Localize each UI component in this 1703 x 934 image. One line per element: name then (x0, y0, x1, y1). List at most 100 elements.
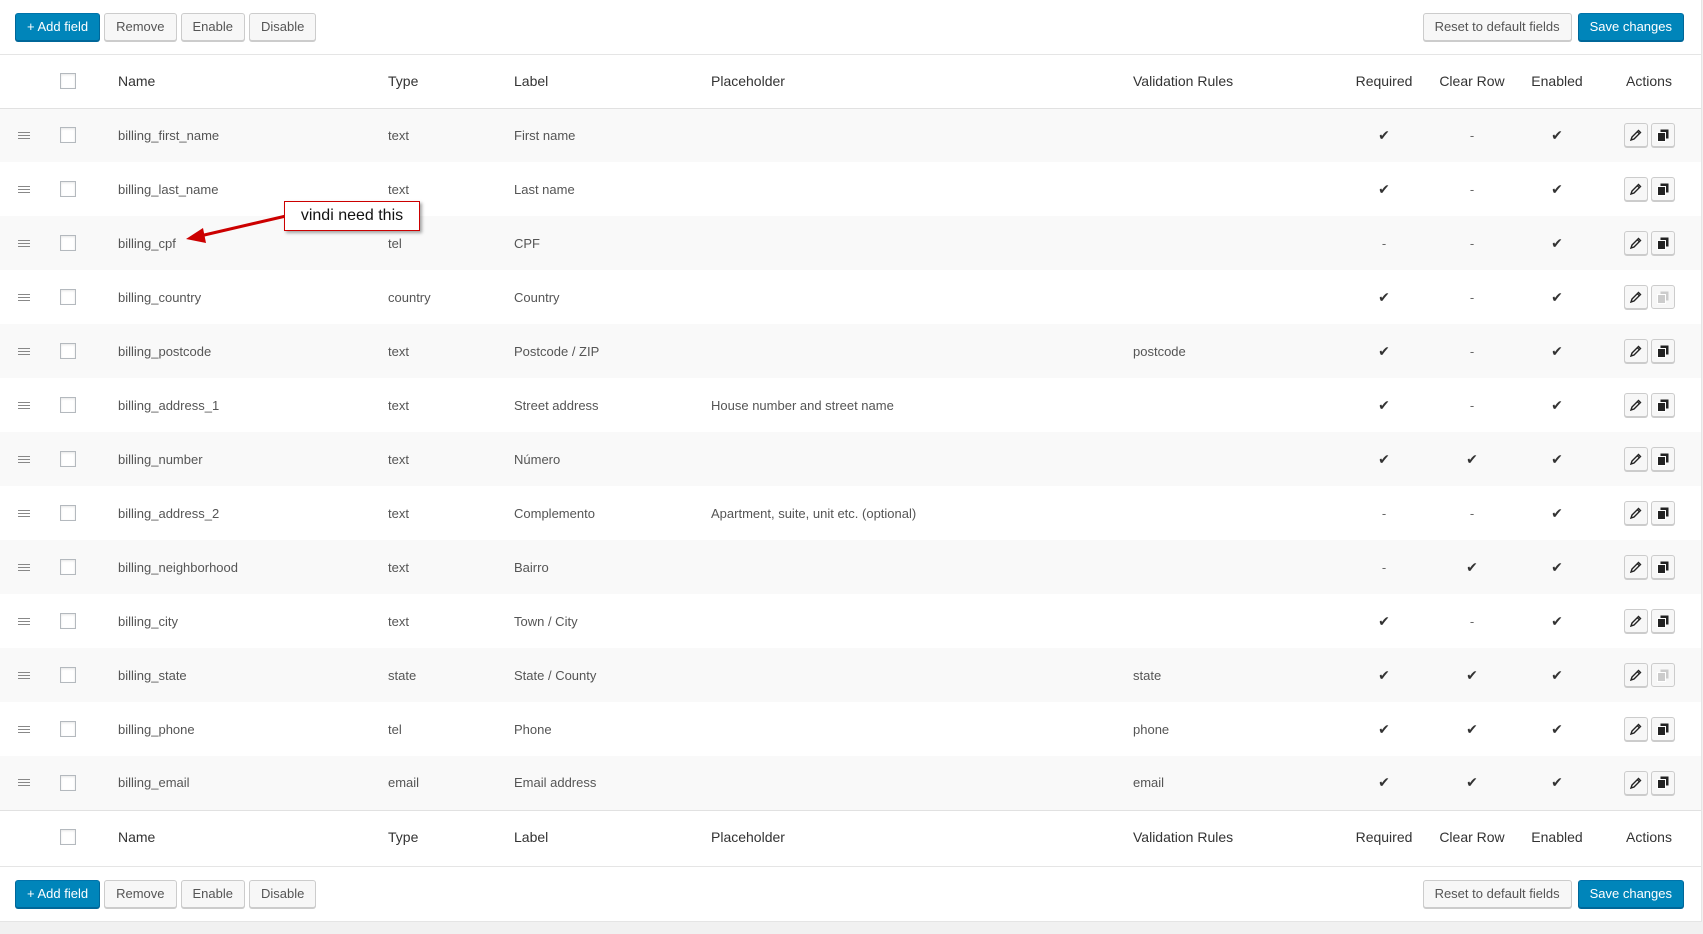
drag-handle-icon[interactable] (18, 131, 30, 139)
edit-field-button[interactable] (1623, 717, 1648, 741)
column-header-validation[interactable]: Validation Rules (1133, 55, 1341, 108)
enabled-status: ✔ (1551, 126, 1563, 143)
remove-button[interactable]: Remove (104, 13, 177, 41)
drag-handle-icon[interactable] (18, 617, 30, 625)
edit-field-button[interactable] (1623, 393, 1648, 417)
edit-field-button[interactable] (1623, 339, 1648, 363)
drag-handle-icon[interactable] (18, 293, 30, 301)
copy-field-button[interactable] (1650, 177, 1675, 201)
table-row[interactable]: billing_city text Town / City ✔ - ✔ (0, 594, 1701, 648)
add-field-button-bottom[interactable]: + Add field (15, 880, 101, 908)
drag-handle-icon[interactable] (18, 563, 30, 571)
table-row[interactable]: billing_email email Email address email ✔ ✔ ✔ (0, 756, 1701, 810)
column-footer-name[interactable]: Name (118, 810, 388, 863)
copy-field-button[interactable] (1650, 231, 1675, 255)
save-changes-button-bottom[interactable]: Save changes (1577, 880, 1684, 908)
table-row[interactable]: billing_cpf tel CPF - - ✔ (0, 216, 1701, 270)
row-select-checkbox[interactable] (60, 774, 76, 791)
copy-field-button[interactable] (1650, 393, 1675, 417)
column-footer-enabled[interactable]: Enabled (1517, 810, 1597, 863)
column-footer-required[interactable]: Required (1341, 810, 1427, 863)
table-row[interactable]: billing_number text Número ✔ ✔ ✔ (0, 432, 1701, 486)
copy-field-button[interactable] (1650, 123, 1675, 148)
column-header-enabled[interactable]: Enabled (1517, 55, 1597, 108)
column-header-placeholder[interactable]: Placeholder (711, 55, 1133, 108)
table-row[interactable]: billing_first_name text First name ✔ - ✔ (0, 108, 1701, 162)
actions-cell (1597, 540, 1701, 594)
row-select-checkbox[interactable] (60, 235, 76, 251)
add-field-button[interactable]: + Add field (15, 13, 101, 41)
select-all-footer-checkbox[interactable] (60, 828, 76, 845)
table-row[interactable]: billing_phone tel Phone phone ✔ ✔ ✔ (0, 702, 1701, 756)
save-changes-button[interactable]: Save changes (1577, 13, 1684, 41)
drag-handle-icon[interactable] (18, 185, 30, 193)
row-select-checkbox[interactable] (60, 613, 76, 629)
copy-field-button[interactable] (1650, 770, 1675, 795)
drag-handle-icon[interactable] (18, 239, 30, 247)
edit-field-button[interactable] (1623, 501, 1648, 525)
drag-cell (0, 702, 50, 756)
enable-button[interactable]: Enable (180, 13, 245, 41)
column-footer-validation[interactable]: Validation Rules (1133, 810, 1341, 863)
table-row[interactable]: billing_country country Country ✔ - ✔ (0, 270, 1701, 324)
column-header-type[interactable]: Type (388, 55, 514, 108)
edit-field-button[interactable] (1623, 609, 1648, 633)
column-header-label[interactable]: Label (514, 55, 711, 108)
drag-handle-icon[interactable] (18, 347, 30, 355)
copy-field-button[interactable] (1650, 555, 1675, 579)
drag-handle-icon[interactable] (18, 671, 30, 679)
copy-field-button[interactable] (1650, 447, 1675, 471)
copy-field-button[interactable] (1650, 501, 1675, 525)
row-select-checkbox[interactable] (60, 667, 76, 683)
field-label: Phone (514, 721, 552, 737)
disable-button[interactable]: Disable (248, 13, 317, 41)
table-row[interactable]: billing_postcode text Postcode / ZIP postco… (0, 324, 1701, 378)
reset-default-fields-button[interactable]: Reset to default fields (1422, 13, 1572, 41)
drag-handle-icon[interactable] (18, 509, 30, 517)
remove-button-bottom[interactable]: Remove (104, 880, 177, 908)
edit-field-button[interactable] (1623, 285, 1648, 309)
drag-cell (0, 648, 50, 702)
disable-button-bottom[interactable]: Disable (248, 880, 317, 908)
field-placeholder (711, 216, 1133, 270)
column-footer-type[interactable]: Type (388, 810, 514, 863)
row-select-checkbox[interactable] (60, 721, 76, 737)
drag-handle-icon[interactable] (18, 455, 30, 463)
column-footer-placeholder[interactable]: Placeholder (711, 810, 1133, 863)
column-footer-clear-row[interactable]: Clear Row (1427, 810, 1517, 863)
table-row[interactable]: billing_last_name text Last name ✔ - ✔ (0, 162, 1701, 216)
row-select-checkbox[interactable] (60, 289, 76, 305)
edit-field-button[interactable] (1623, 123, 1648, 148)
column-header-clear-row[interactable]: Clear Row (1427, 55, 1517, 108)
enable-button-bottom[interactable]: Enable (180, 880, 245, 908)
edit-field-button[interactable] (1623, 177, 1648, 201)
copy-field-button[interactable] (1650, 717, 1675, 741)
edit-field-button[interactable] (1623, 231, 1648, 255)
column-footer-label[interactable]: Label (514, 810, 711, 863)
drag-handle-icon[interactable] (18, 401, 30, 409)
reset-default-fields-button-bottom[interactable]: Reset to default fields (1422, 880, 1572, 908)
drag-handle-icon[interactable] (18, 779, 30, 787)
edit-field-button[interactable] (1623, 770, 1648, 795)
table-row[interactable]: billing_state state State / County state ✔ ✔ ✔ (0, 648, 1701, 702)
row-select-checkbox[interactable] (60, 451, 76, 467)
row-select-checkbox[interactable] (60, 397, 76, 413)
table-row[interactable]: billing_address_1 text Street address House… (0, 378, 1701, 432)
row-select-checkbox[interactable] (60, 505, 76, 521)
edit-field-button[interactable] (1623, 555, 1648, 579)
table-row[interactable]: billing_neighborhood text Bairro - ✔ ✔ (0, 540, 1701, 594)
clear-row-status: ✔ (1466, 720, 1478, 737)
row-select-checkbox[interactable] (60, 559, 76, 575)
row-select-checkbox[interactable] (60, 181, 76, 197)
drag-handle-icon[interactable] (18, 725, 30, 733)
column-header-name[interactable]: Name (118, 55, 388, 108)
edit-field-button[interactable] (1623, 663, 1648, 687)
column-header-required[interactable]: Required (1341, 55, 1427, 108)
edit-field-button[interactable] (1623, 447, 1648, 471)
row-select-checkbox[interactable] (60, 343, 76, 359)
copy-field-button[interactable] (1650, 339, 1675, 363)
select-all-checkbox[interactable] (60, 73, 76, 90)
row-select-checkbox[interactable] (60, 127, 76, 144)
copy-field-button[interactable] (1650, 609, 1675, 633)
table-row[interactable]: billing_address_2 text Complemento Apartmen… (0, 486, 1701, 540)
